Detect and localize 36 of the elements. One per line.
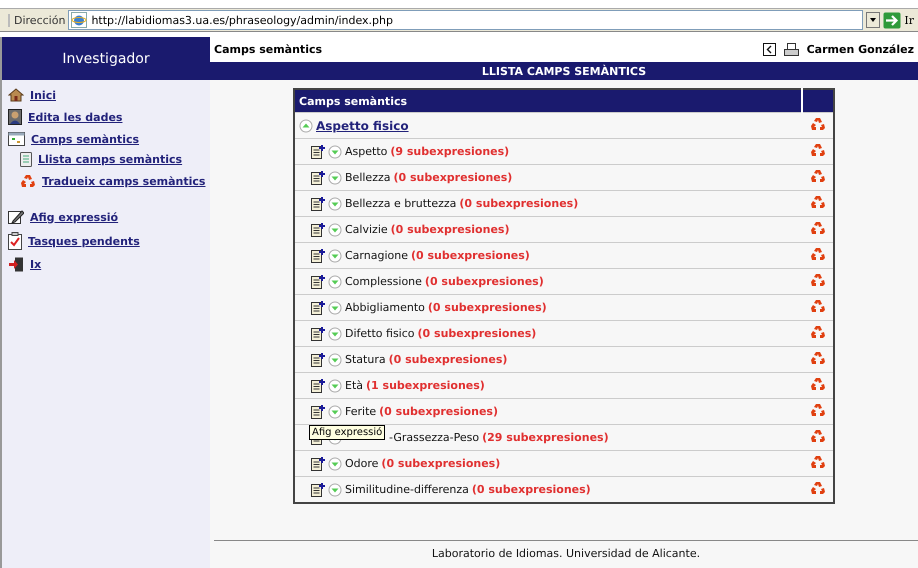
field-name: Ferite (345, 405, 376, 418)
subexpression-count: (0 subexpresiones) (388, 353, 508, 366)
subexpression-count: (9 subexpresiones) (390, 145, 510, 158)
page-banner: LLISTA CAMPS SEMÀNTICS (210, 62, 918, 80)
field-name: Similitudine-differenza (345, 483, 469, 496)
field-name: Odore (345, 457, 378, 470)
column-header: Camps semàntics (294, 89, 802, 112)
address-label: Dirección (8, 14, 66, 26)
field-name: Calvizie (345, 223, 388, 236)
subexpression-count: (1 subexpresiones) (366, 379, 485, 392)
field-name: Aspetto (345, 145, 388, 158)
user-name: Carmen González (806, 43, 914, 56)
subexpression-count: (0 subexpresiones) (381, 457, 500, 470)
field-name: Bellezza (345, 171, 390, 184)
subexpression-count: (0 subexpresiones) (379, 405, 498, 418)
subexpression-count: (0 subexpresiones) (390, 223, 510, 236)
section-title: Camps semàntics (214, 43, 324, 56)
field-name: Carnagione (345, 249, 408, 262)
subexpression-count: (0 subexpresiones) (424, 275, 544, 288)
field-name: Età (345, 379, 364, 392)
field-name: Complessione (345, 275, 422, 288)
field-name: Difetto fisico (345, 327, 415, 340)
subexpression-count: (29 subexpresiones) (482, 431, 609, 444)
subexpression-count: (0 subexpresiones) (459, 197, 578, 210)
sidebar-title: Investigador (2, 37, 210, 80)
subexpression-count: (0 subexpresiones) (428, 301, 547, 314)
field-name: Abbigliamento (345, 301, 425, 314)
field-name: -Grassezza-Peso (389, 431, 480, 444)
subexpression-count: (0 subexpresiones) (472, 483, 591, 496)
subexpression-count: (0 subexpresiones) (393, 171, 512, 184)
subexpression-count: (0 subexpresiones) (418, 327, 536, 340)
footer-text: Laboratorio de Idiomas. Universidad de Alicante. (432, 547, 700, 560)
field-name: Statura (345, 353, 386, 366)
tooltip: Afig expressió (309, 424, 386, 440)
subexpression-count: (0 subexpresiones) (410, 249, 530, 262)
field-name: Bellezza e bruttezza (345, 197, 456, 210)
